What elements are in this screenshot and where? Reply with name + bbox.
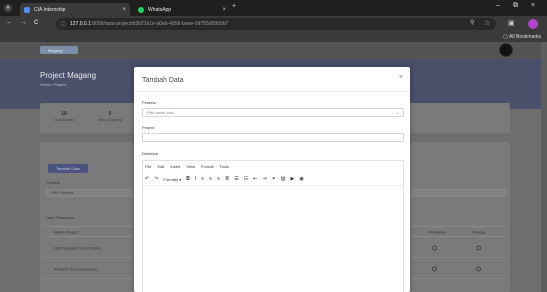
editor-menu-view[interactable]: View bbox=[186, 164, 195, 169]
bold-icon[interactable]: B bbox=[186, 176, 190, 182]
col-name: Nama Project bbox=[54, 229, 79, 234]
modal-title: Tambah Data bbox=[142, 77, 184, 84]
cia-favicon-icon bbox=[24, 6, 30, 13]
browser-tab-bar: ▾ CIA Internship × WhatsApp × + – ⧉ × bbox=[0, 0, 547, 16]
align-left-icon[interactable]: ≡ bbox=[201, 176, 204, 182]
redo-icon[interactable]: ↷ bbox=[154, 176, 158, 182]
description-editor[interactable]: File Edit Insert View Format Tools ↶ ↷ F… bbox=[142, 160, 404, 292]
peserta-placeholder: Pilih salah satu bbox=[147, 110, 174, 115]
breadcrumb: Home / Project bbox=[40, 82, 67, 87]
whatsapp-favicon-icon bbox=[138, 6, 144, 13]
tab-cia-internship[interactable]: CIA Internship × bbox=[20, 3, 130, 16]
perbaikan-radio[interactable] bbox=[432, 245, 437, 250]
align-center-icon[interactable]: ≡ bbox=[209, 176, 212, 182]
brand-logo[interactable]: Magang bbox=[40, 46, 78, 54]
user-avatar[interactable] bbox=[499, 43, 513, 57]
image-icon[interactable]: ▨ bbox=[281, 176, 286, 182]
url-path: :8000/data-project/d3b21b1e-a0eb-4956-be… bbox=[90, 21, 229, 27]
justify-icon[interactable]: ≣ bbox=[225, 176, 229, 182]
col-perbaikan: Perbaikan bbox=[428, 229, 447, 234]
italic-icon[interactable]: I bbox=[195, 176, 196, 182]
indent-icon[interactable]: ⇥ bbox=[262, 176, 266, 182]
modal-close-button[interactable]: × bbox=[399, 74, 403, 81]
selesai-radio[interactable] bbox=[476, 266, 481, 271]
profile-avatar[interactable] bbox=[528, 19, 538, 29]
star-icon[interactable]: ☆ bbox=[484, 19, 490, 27]
close-window-button[interactable]: × bbox=[531, 2, 535, 9]
stat-mitra[interactable]: 0 Mitra Magang bbox=[90, 111, 130, 122]
editor-menu-insert[interactable]: Insert bbox=[170, 164, 180, 169]
new-tab-button[interactable]: + bbox=[232, 3, 236, 10]
numbered-list-icon[interactable]: ☷ bbox=[244, 176, 248, 182]
table-label: Hasil Pekerjaan bbox=[46, 215, 75, 220]
editor-toolbar: ↶ ↷ Formats ▾ B I ≡ ≡ ≡ ≣ ☰ ☷ ⇤ ⇥ ⚭ ▨ ▶ … bbox=[145, 176, 304, 182]
perbaikan-radio[interactable] bbox=[432, 266, 437, 271]
editor-menu-file[interactable]: File bbox=[145, 164, 151, 169]
col-selesai: Selesai bbox=[472, 229, 486, 234]
align-right-icon[interactable]: ≡ bbox=[217, 176, 220, 182]
search-icon[interactable]: ⚲ bbox=[470, 19, 474, 26]
add-data-modal: Tambah Data × Peserta Pilih salah satu ⌄… bbox=[134, 67, 410, 292]
site-info-icon[interactable]: ⓘ bbox=[60, 20, 66, 29]
preview-icon[interactable]: ◉ bbox=[299, 176, 303, 182]
selesai-radio[interactable] bbox=[476, 245, 481, 250]
tab-close-icon[interactable]: × bbox=[222, 7, 226, 13]
deskripsi-label: Deskripsi bbox=[142, 151, 159, 156]
add-data-button[interactable]: Tambah Data bbox=[48, 164, 88, 173]
tab-title: CIA Internship bbox=[34, 6, 66, 13]
tab-whatsapp[interactable]: WhatsApp × bbox=[134, 3, 230, 16]
link-icon[interactable]: ⚭ bbox=[272, 176, 276, 182]
filter-label: Peserta bbox=[46, 180, 60, 185]
stat-label: Mitra Magang bbox=[97, 117, 123, 122]
project-name: Analisis Tren Konsumen bbox=[54, 266, 98, 271]
project-input[interactable] bbox=[142, 133, 404, 142]
url-bar[interactable]: ⓘ 127.0.0.1:8000/data-project/d3b21b1e-a… bbox=[56, 18, 496, 30]
media-icon[interactable]: ▶ bbox=[291, 176, 295, 182]
tab-close-icon[interactable]: × bbox=[122, 7, 126, 13]
brand-label: Magang bbox=[48, 47, 63, 53]
forward-button[interactable]: → bbox=[20, 19, 27, 26]
editor-toolbar-divider bbox=[143, 185, 403, 186]
bookmarks-bar: ▢ All Bookmarks bbox=[0, 32, 547, 42]
editor-menubar: File Edit Insert View Format Tools bbox=[145, 164, 229, 169]
reload-button[interactable]: C bbox=[34, 20, 38, 26]
project-label: Project bbox=[142, 125, 155, 130]
page-title: Project Magang bbox=[40, 71, 97, 80]
outdent-icon[interactable]: ⇤ bbox=[253, 176, 257, 182]
peserta-label: Peserta bbox=[142, 100, 156, 105]
bullet-list-icon[interactable]: ☰ bbox=[234, 176, 238, 182]
tab-title: WhatsApp bbox=[148, 6, 172, 13]
editor-menu-edit[interactable]: Edit bbox=[157, 164, 164, 169]
all-bookmarks-label: All Bookmarks bbox=[509, 34, 541, 40]
formats-label: Formats bbox=[163, 176, 179, 182]
stat-dashboard[interactable]: 18 Dashboard bbox=[44, 111, 84, 122]
app-topnav: Magang bbox=[0, 42, 547, 59]
url-host: 127.0.0.1 bbox=[70, 21, 91, 27]
page-scrollbar[interactable] bbox=[541, 42, 547, 292]
project-name: Optimalisasi Proses Bisnis bbox=[54, 245, 102, 250]
editor-menu-tools[interactable]: Tools bbox=[220, 164, 229, 169]
minimize-button[interactable]: – bbox=[496, 2, 500, 9]
back-button[interactable]: ← bbox=[6, 19, 13, 26]
chevron-down-icon: ⌄ bbox=[395, 110, 399, 115]
extensions-icon[interactable]: ▣ bbox=[508, 19, 515, 27]
maximize-button[interactable]: ⧉ bbox=[513, 2, 518, 10]
formats-dropdown[interactable]: Formats ▾ bbox=[163, 177, 181, 182]
address-toolbar: ← → C ⓘ 127.0.0.1:8000/data-project/d3b2… bbox=[0, 16, 547, 32]
peserta-select[interactable]: Pilih salah satu ⌄ bbox=[142, 108, 404, 117]
undo-icon[interactable]: ↶ bbox=[145, 176, 149, 182]
tab-search-icon[interactable]: ▾ bbox=[4, 4, 12, 12]
editor-menu-format[interactable]: Format bbox=[201, 164, 214, 169]
all-bookmarks-button[interactable]: ▢ All Bookmarks bbox=[503, 34, 541, 40]
stat-label: Dashboard bbox=[54, 117, 74, 122]
modal-divider bbox=[134, 91, 410, 92]
